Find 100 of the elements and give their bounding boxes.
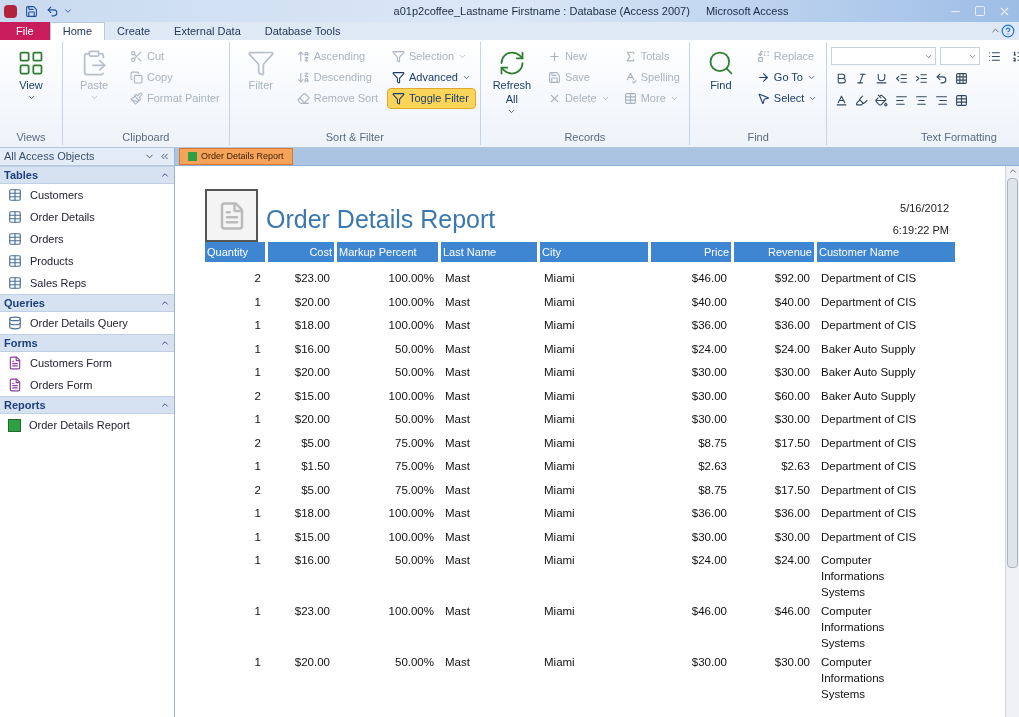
table-cell-text: $20.00 xyxy=(293,412,331,427)
table-cell-text: Miami xyxy=(543,341,576,357)
table-cell-text: Miami xyxy=(543,604,576,619)
table-cell-text: $17.50 xyxy=(773,435,811,451)
table-cell-text: $23.00 xyxy=(293,604,331,619)
ribbon-tab[interactable]: Create xyxy=(105,22,163,40)
table-cell-text: $30.00 xyxy=(690,529,728,545)
table-cell-text: 75.00% xyxy=(394,459,435,474)
table-cell-text: $15.00 xyxy=(293,529,331,545)
nav-item[interactable]: Order Details Report xyxy=(0,414,174,436)
table-cell-text: Department of CIS xyxy=(820,506,918,521)
table-cell-text: Department of CIS xyxy=(820,318,918,333)
table-cell-text: Computer Informations Systems xyxy=(820,655,886,702)
nav-item[interactable]: Sales Reps xyxy=(0,272,174,294)
table-cell-text: 50.00% xyxy=(394,655,435,670)
table-cell-text: Miami xyxy=(543,412,576,427)
ribbon-tab[interactable]: External Data xyxy=(162,22,253,40)
ribbon-button[interactable]: Select xyxy=(751,88,823,109)
table-cell-text: $15.00 xyxy=(293,388,331,404)
table-cell-text: $46.00 xyxy=(690,271,728,286)
table-cell-text: 50.00% xyxy=(394,553,435,568)
nav-group-header[interactable]: Tables xyxy=(0,166,174,184)
table-cell-text: $8.75 xyxy=(697,482,728,498)
column-header: Revenue xyxy=(734,242,814,262)
table-cell-text: 100.00% xyxy=(387,271,435,286)
window-title: a01p2coffee_Lastname Firstname : Database (Access 2007) xyxy=(393,3,690,19)
table-cell-text: 1 xyxy=(253,553,262,568)
table-cell-text: Department of CIS xyxy=(820,459,918,474)
ribbon-group-label: Sort & Filter xyxy=(324,130,385,145)
column-header: Last Name xyxy=(441,242,537,262)
table-cell-text: $36.00 xyxy=(773,318,811,333)
table-cell-text: 100.00% xyxy=(387,506,435,521)
table-cell-text: $30.00 xyxy=(690,365,728,380)
table-cell-text: $36.00 xyxy=(773,506,811,521)
nav-item[interactable]: Products xyxy=(0,250,174,272)
table-cell-text: Mast xyxy=(444,412,471,427)
app-name: Microsoft Access xyxy=(705,3,789,19)
table-cell-text: $40.00 xyxy=(690,294,728,310)
ribbon-large-button[interactable]: Find xyxy=(693,46,748,129)
table-cell-text: 1 xyxy=(253,341,262,357)
table-cell-text: Baker Auto Supply xyxy=(820,388,917,404)
table-cell-text: $20.00 xyxy=(293,294,331,310)
table-cell-text: 2 xyxy=(253,271,262,286)
table-cell-text: Department of CIS xyxy=(820,271,918,286)
table-cell-text: Mast xyxy=(444,365,471,380)
table-cell-text: 75.00% xyxy=(394,482,435,498)
table-cell-text: $30.00 xyxy=(690,412,728,427)
nav-item[interactable]: Customers Form xyxy=(0,352,174,374)
table-cell-text: 100.00% xyxy=(387,388,435,404)
column-header: Customer Name xyxy=(817,242,955,262)
table-cell-text: Mast xyxy=(444,271,471,286)
table-cell-text: Mast xyxy=(444,318,471,333)
column-header: Markup Percent xyxy=(337,242,438,262)
report-date: 5/16/2012 xyxy=(900,201,949,216)
table-cell-text: 1 xyxy=(253,604,262,619)
ribbon-button[interactable]: Advanced xyxy=(386,67,476,88)
table-cell-text: 100.00% xyxy=(387,318,435,333)
table-cell-text: 1 xyxy=(253,365,262,380)
table-cell-text: Miami xyxy=(543,388,576,404)
table-cell-text: Miami xyxy=(543,271,576,286)
table-cell-text: 50.00% xyxy=(394,365,435,380)
file-tab[interactable]: File xyxy=(0,22,50,40)
table-cell-text: Department of CIS xyxy=(820,482,918,498)
table-cell-text: Department of CIS xyxy=(820,435,918,451)
table-cell-text: Miami xyxy=(543,435,576,451)
table-cell-text: 1 xyxy=(253,294,262,310)
table-cell-text: $16.00 xyxy=(293,553,331,568)
table-cell-text: 50.00% xyxy=(394,412,435,427)
ribbon-tab[interactable]: Database Tools xyxy=(252,22,353,40)
report-time: 6:19:22 PM xyxy=(892,222,949,238)
table-cell-text: $36.00 xyxy=(690,318,728,333)
ribbon-large-button[interactable]: View xyxy=(4,46,58,129)
nav-group-header[interactable]: Forms xyxy=(0,334,174,352)
table-cell-text: 1 xyxy=(253,506,262,521)
ribbon-group-label: Text Formatting xyxy=(920,130,998,145)
table-cell-text: $18.00 xyxy=(293,506,331,521)
table-cell-text: Mast xyxy=(444,553,471,568)
table-cell-text: $24.00 xyxy=(690,341,728,357)
ribbon-tab[interactable]: Home xyxy=(49,22,106,40)
nav-item[interactable]: Orders Form xyxy=(0,374,174,396)
nav-item[interactable]: Orders xyxy=(0,228,174,250)
table-cell-text: Mast xyxy=(444,459,471,474)
table-cell-text: $60.00 xyxy=(773,388,811,404)
table-cell-text: $8.75 xyxy=(697,435,728,451)
nav-item[interactable]: Order Details xyxy=(0,206,174,228)
nav-group-header[interactable]: Queries xyxy=(0,294,174,312)
nav-item[interactable]: Customers xyxy=(0,184,174,206)
table-cell-text: $23.00 xyxy=(293,271,331,286)
ribbon-group-label: Views xyxy=(15,130,47,145)
column-header: Price xyxy=(651,242,731,262)
table-cell-text: Baker Auto Supply xyxy=(820,341,917,357)
table-cell-text: $30.00 xyxy=(690,388,728,404)
document-tab[interactable]: Order Details Report xyxy=(179,148,293,165)
nav-group-header[interactable]: Reports xyxy=(0,396,174,414)
table-cell-text: Computer Informations Systems xyxy=(820,604,886,651)
ribbon-button[interactable]: Go To xyxy=(751,67,823,88)
nav-item[interactable]: Order Details Query xyxy=(0,312,174,334)
table-cell-text: $30.00 xyxy=(773,412,811,427)
ribbon-button[interactable]: Toggle Filter xyxy=(386,88,476,109)
ribbon-large-button[interactable]: Refresh All xyxy=(484,46,539,129)
